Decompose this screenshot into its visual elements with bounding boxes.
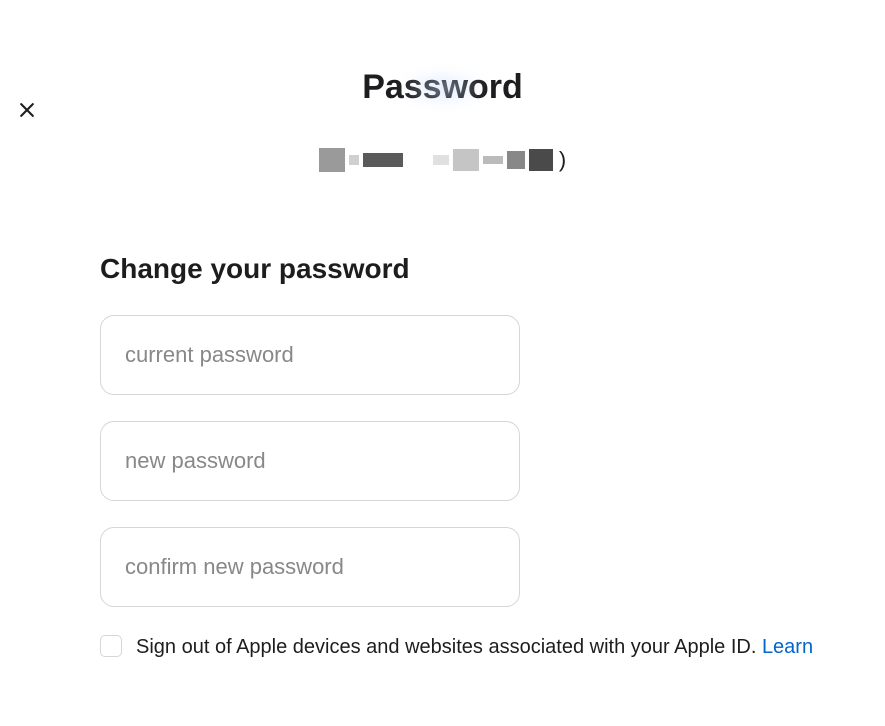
form-content: Change your password Sign out of Apple d…	[0, 253, 885, 661]
signout-checkbox[interactable]	[100, 635, 122, 657]
trailing-paren: )	[559, 147, 566, 173]
header-blur-decoration	[398, 68, 488, 108]
confirm-password-input[interactable]	[100, 527, 520, 607]
close-button[interactable]	[15, 98, 39, 122]
account-identifier-row: )	[0, 147, 885, 173]
section-title: Change your password	[100, 253, 865, 285]
signout-text: Sign out of Apple devices and websites a…	[136, 636, 762, 658]
redacted-username	[319, 148, 553, 172]
current-password-input[interactable]	[100, 315, 520, 395]
signout-checkbox-row: Sign out of Apple devices and websites a…	[100, 633, 865, 661]
signout-label: Sign out of Apple devices and websites a…	[136, 633, 813, 661]
learn-more-link[interactable]: Learn	[762, 636, 813, 658]
close-icon	[17, 100, 37, 120]
new-password-input[interactable]	[100, 421, 520, 501]
